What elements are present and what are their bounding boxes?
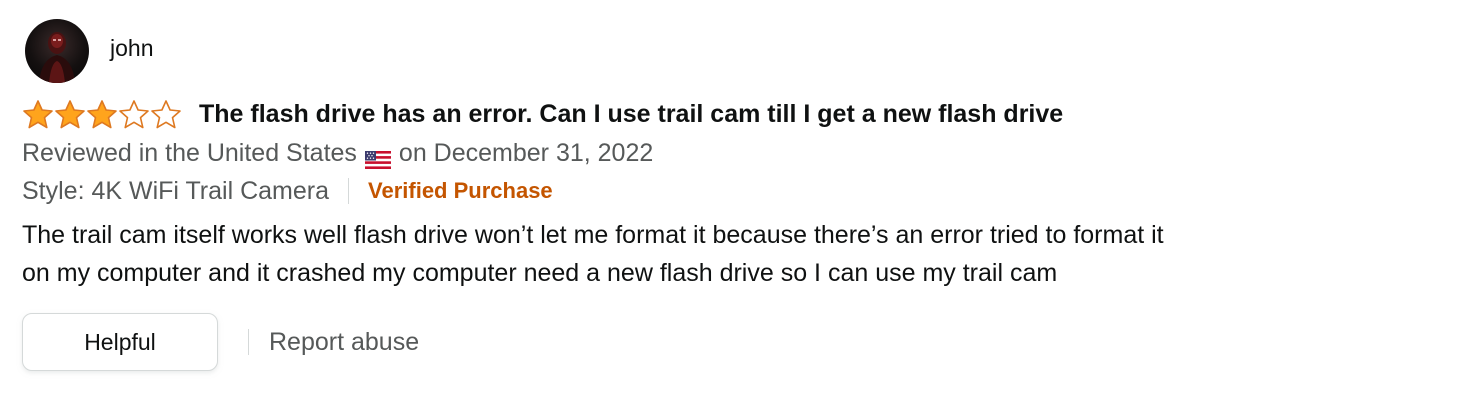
reviewer-profile[interactable]: john [22,18,1442,84]
review-title-row: The flash drive has an error. Can I use … [22,98,1442,130]
verified-purchase-badge: Verified Purchase [368,178,553,203]
style-row: Style: 4K WiFi Trail Camera Verified Pur… [22,172,1442,210]
review-body-line: on my computer and it crashed my compute… [22,259,1058,287]
reviewed-in-text: Reviewed in the United States [22,139,357,167]
review-date: on December 31, 2022 [398,139,654,167]
us-flag-icon [364,144,391,169]
actions-divider [248,329,249,355]
star-filled-icon [86,99,118,129]
product-style[interactable]: Style: 4K WiFi Trail Camera [22,177,329,206]
star-filled-icon [54,99,86,129]
review-title[interactable]: The flash drive has an error. Can I use … [199,100,1063,129]
reviewer-name[interactable]: john [110,35,153,62]
review-body: The trail cam itself works well flash dr… [22,216,1382,292]
star-empty-icon [118,99,150,129]
review-body-line: The trail cam itself works well flash dr… [22,221,1164,249]
avatar-image [39,32,75,83]
helpful-button[interactable]: Helpful [22,313,218,371]
star-rating[interactable] [22,99,182,129]
star-filled-icon [22,99,54,129]
review-card: john The flash drive has an error. Can I… [22,18,1442,371]
report-abuse-link[interactable]: Report abuse [269,328,419,357]
avatar[interactable] [25,19,89,83]
style-divider [348,178,350,204]
review-actions: Helpful Report abuse [22,313,1442,371]
star-empty-icon [150,99,182,129]
review-meta: Reviewed in the United States on Decembe… [22,136,1442,170]
